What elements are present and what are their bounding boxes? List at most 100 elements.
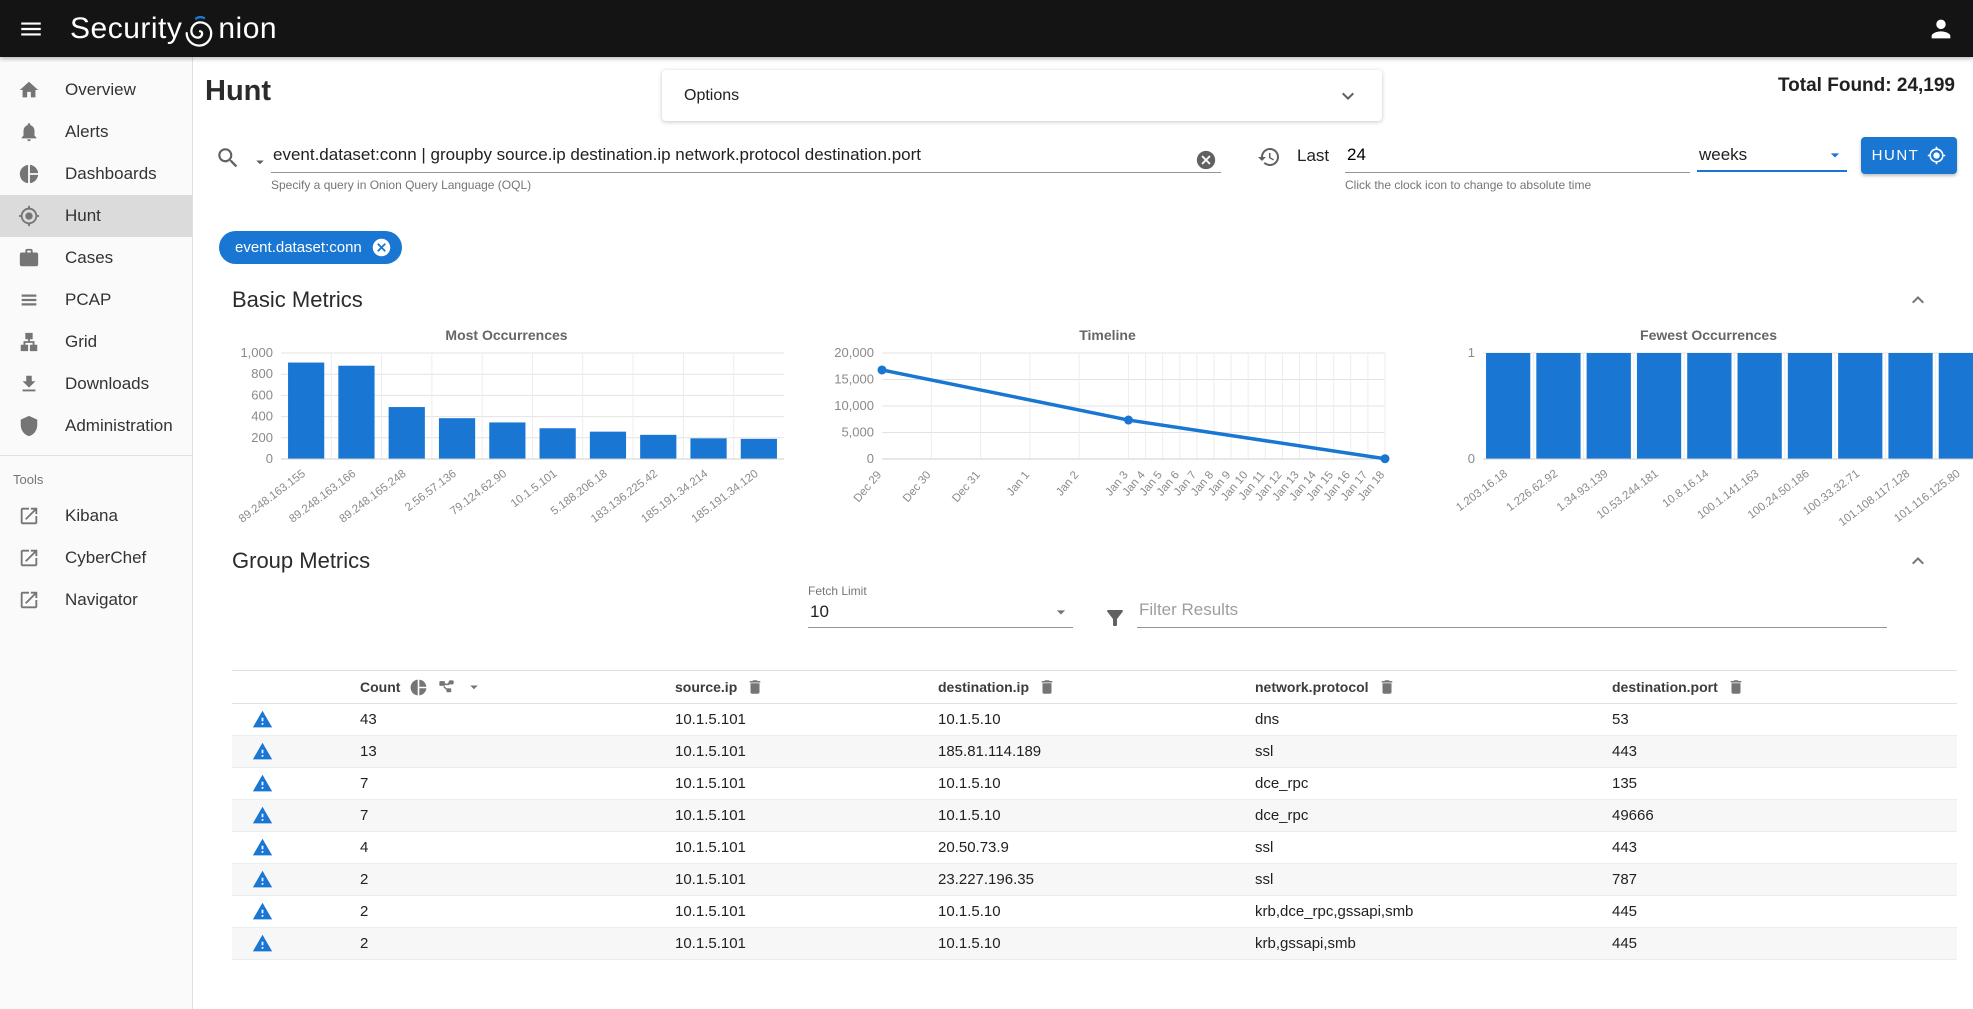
history-clock-icon[interactable] xyxy=(1257,145,1281,169)
filter-chip[interactable]: event.dataset:conn xyxy=(219,231,402,264)
chart-canvas: 05,00010,00015,00020,000Dec 29Dec 30Dec … xyxy=(820,345,1395,531)
table-cell[interactable]: 13 xyxy=(360,743,675,760)
sidebar-item-hunt[interactable]: Hunt xyxy=(0,195,192,237)
table-cell[interactable]: 2 xyxy=(360,871,675,888)
fetch-limit-select[interactable]: 10 xyxy=(808,598,1073,628)
caret-down-icon[interactable] xyxy=(465,678,483,696)
hunt-button[interactable]: HUNT xyxy=(1861,137,1957,174)
table-cell[interactable]: 53 xyxy=(1612,711,1957,728)
table-cell[interactable]: 2 xyxy=(360,903,675,920)
table-cell[interactable]: 10.1.5.101 xyxy=(675,839,938,856)
sidebar-tools-header: Tools xyxy=(0,462,192,495)
table-cell[interactable]: dce_rpc xyxy=(1255,775,1612,792)
table-cell[interactable]: 2 xyxy=(360,935,675,952)
remove-filter-icon[interactable] xyxy=(371,237,392,258)
table-cell[interactable]: 10.1.5.10 xyxy=(938,775,1255,792)
table-cell[interactable]: 20.50.73.9 xyxy=(938,839,1255,856)
sidebar-item-cases[interactable]: Cases xyxy=(0,237,192,279)
crosshair-icon xyxy=(17,205,41,227)
chevron-down-icon[interactable] xyxy=(1336,84,1360,108)
table-cell[interactable]: ssl xyxy=(1255,839,1612,856)
clear-query-icon[interactable] xyxy=(1195,149,1217,171)
table-cell[interactable]: 185.81.114.189 xyxy=(938,743,1255,760)
table-cell[interactable]: 10.1.5.101 xyxy=(675,775,938,792)
menu-icon[interactable] xyxy=(18,16,44,42)
table-cell[interactable]: 10.1.5.101 xyxy=(675,903,938,920)
sidebar-item-cyberchef[interactable]: CyberChef xyxy=(0,537,192,579)
filter-chips-row: event.dataset:conn xyxy=(219,231,1957,267)
remove-column-trash-icon[interactable] xyxy=(1727,678,1745,696)
warning-triangle-icon[interactable] xyxy=(252,741,273,762)
table-cell[interactable]: 43 xyxy=(360,711,675,728)
sidebar-item-dashboards[interactable]: Dashboards xyxy=(0,153,192,195)
table-cell[interactable]: 49666 xyxy=(1612,807,1957,824)
pie-chart-icon[interactable] xyxy=(409,678,428,697)
basic-metrics-collapse-icon[interactable] xyxy=(1906,288,1930,312)
query-input[interactable] xyxy=(271,139,1221,173)
table-cell[interactable]: 443 xyxy=(1612,743,1957,760)
warning-triangle-icon[interactable] xyxy=(252,805,273,826)
table-cell[interactable]: 445 xyxy=(1612,903,1957,920)
query-dropdown-caret-icon[interactable] xyxy=(251,153,269,171)
column-header-source-ip: source.ip xyxy=(675,678,938,696)
table-cell[interactable]: 10.1.5.101 xyxy=(675,935,938,952)
search-icon[interactable] xyxy=(215,145,241,171)
group-graph-icon[interactable] xyxy=(437,678,456,697)
time-value-input[interactable] xyxy=(1345,139,1690,173)
table-cell[interactable]: dns xyxy=(1255,711,1612,728)
sidebar-item-alerts[interactable]: Alerts xyxy=(0,111,192,153)
remove-column-trash-icon[interactable] xyxy=(1038,678,1056,696)
warning-triangle-icon[interactable] xyxy=(252,709,273,730)
warning-triangle-icon[interactable] xyxy=(252,773,273,794)
table-cell[interactable]: krb,gssapi,smb xyxy=(1255,935,1612,952)
remove-column-trash-icon[interactable] xyxy=(1378,678,1396,696)
timeline-chart: Timeline05,00010,00015,00020,000Dec 29De… xyxy=(820,327,1395,536)
sidebar-item-administration[interactable]: Administration xyxy=(0,405,192,447)
user-account-icon[interactable] xyxy=(1927,15,1955,43)
table-cell[interactable]: 10.1.5.10 xyxy=(938,935,1255,952)
time-unit-select[interactable]: weeks xyxy=(1697,139,1847,172)
filter-results-input[interactable] xyxy=(1137,594,1887,628)
table-cell[interactable]: 23.227.196.35 xyxy=(938,871,1255,888)
sidebar-item-pcap[interactable]: PCAP xyxy=(0,279,192,321)
warning-triangle-icon[interactable] xyxy=(252,901,273,922)
options-expansion-panel[interactable]: Options xyxy=(662,70,1382,121)
group-metrics-collapse-icon[interactable] xyxy=(1906,549,1930,573)
sidebar-item-navigator[interactable]: Navigator xyxy=(0,579,192,621)
table-cell[interactable]: 787 xyxy=(1612,871,1957,888)
sidebar-item-overview[interactable]: Overview xyxy=(0,69,192,111)
sidebar-item-kibana[interactable]: Kibana xyxy=(0,495,192,537)
table-cell[interactable]: krb,dce_rpc,gssapi,smb xyxy=(1255,903,1612,920)
table-cell[interactable]: 10.1.5.10 xyxy=(938,711,1255,728)
table-cell[interactable]: 10.1.5.10 xyxy=(938,807,1255,824)
warning-triangle-icon[interactable] xyxy=(252,869,273,890)
table-cell[interactable]: 443 xyxy=(1612,839,1957,856)
table-cell[interactable]: 10.1.5.10 xyxy=(938,903,1255,920)
table-row: 410.1.5.10120.50.73.9ssl443 xyxy=(232,832,1957,864)
table-cell[interactable]: 7 xyxy=(360,807,675,824)
table-cell[interactable]: 135 xyxy=(1612,775,1957,792)
table-cell[interactable]: 4 xyxy=(360,839,675,856)
svg-text:1,000: 1,000 xyxy=(240,345,273,360)
app-logo-text-left: Security xyxy=(70,12,182,46)
chart-title: Fewest Occurrences xyxy=(1421,327,1973,343)
table-cell[interactable]: 7 xyxy=(360,775,675,792)
table-cell[interactable]: 10.1.5.101 xyxy=(675,743,938,760)
svg-text:600: 600 xyxy=(251,387,273,402)
table-cell[interactable]: 10.1.5.101 xyxy=(675,871,938,888)
table-cell[interactable]: ssl xyxy=(1255,871,1612,888)
sidebar-item-grid[interactable]: Grid xyxy=(0,321,192,363)
table-cell[interactable]: ssl xyxy=(1255,743,1612,760)
column-header-label: network.protocol xyxy=(1255,679,1369,695)
fetch-limit-value: 10 xyxy=(810,602,1051,622)
table-cell[interactable]: 10.1.5.101 xyxy=(675,807,938,824)
sidebar-divider xyxy=(0,455,192,456)
table-cell[interactable]: 445 xyxy=(1612,935,1957,952)
sidebar-item-downloads[interactable]: Downloads xyxy=(0,363,192,405)
table-cell[interactable]: 10.1.5.101 xyxy=(675,711,938,728)
table-cell[interactable]: dce_rpc xyxy=(1255,807,1612,824)
remove-column-trash-icon[interactable] xyxy=(746,678,764,696)
warning-triangle-icon[interactable] xyxy=(252,837,273,858)
svg-text:5,000: 5,000 xyxy=(841,425,874,440)
warning-triangle-icon[interactable] xyxy=(252,933,273,954)
